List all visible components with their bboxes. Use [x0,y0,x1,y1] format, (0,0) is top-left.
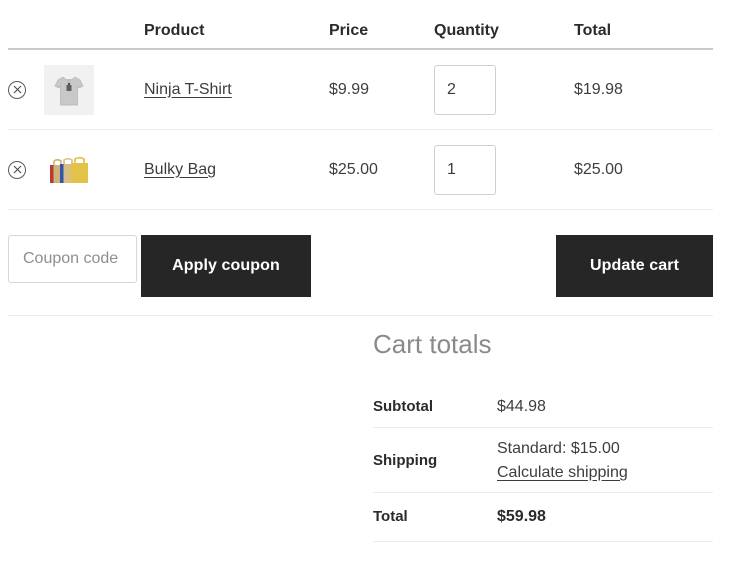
apply-coupon-button[interactable]: Apply coupon [141,235,311,297]
update-cart-button[interactable]: Update cart [556,235,713,297]
cart-actions-row: Coupon code Apply coupon Update cart [8,217,713,316]
table-row: Ninja T-Shirt $9.99 2 $19.98 [8,50,713,130]
calculate-shipping-link[interactable]: Calculate shipping [497,461,628,485]
subtotal-row: Subtotal $44.98 [373,386,713,428]
cart-totals-title: Cart totals [373,329,492,359]
product-thumbnail-cell [44,145,144,195]
coupon-code-input[interactable]: Coupon code [8,235,137,283]
quantity-input[interactable]: 1 [434,144,496,195]
product-thumbnail-cell [44,64,144,115]
product-line-total: $25.00 [574,160,623,178]
order-total-value: $59.98 [497,492,713,542]
product-link[interactable]: Bulky Bag [144,161,216,178]
cart-table-header-row: Product Price Quantity Total [8,0,713,50]
product-link[interactable]: Ninja T-Shirt [144,81,232,98]
tshirt-thumbnail[interactable] [44,64,94,115]
order-total-row: Total $59.98 [373,492,713,542]
cart-table: Product Price Quantity Total Ninja T-Shi… [8,0,713,210]
cart-totals-panel: Cart totals Subtotal $44.98 Shipping Sta… [373,330,713,542]
quantity-cell: 2 [434,64,574,115]
product-price: $9.99 [329,80,370,98]
circle-x-icon[interactable] [8,160,26,179]
header-remove [8,39,44,48]
quantity-cell: 1 [434,144,574,195]
circle-x-icon[interactable] [8,80,26,99]
cart-totals-table: Subtotal $44.98 Shipping Standard: $15.0… [373,386,713,542]
header-price: Price [329,22,369,39]
header-product: Product [144,22,205,39]
shipping-label: Shipping [373,427,497,493]
quantity-input[interactable]: 2 [434,64,496,115]
product-price: $25.00 [329,160,378,178]
header-thumbnail [44,39,144,48]
table-row: Bulky Bag $25.00 1 $25.00 [8,130,713,210]
header-quantity: Quantity [434,22,499,39]
header-total: Total [574,22,612,39]
shopping-bags-thumbnail[interactable] [44,145,94,195]
calculate-shipping-wrapper: Calculate shipping [497,461,713,485]
shipping-row: Shipping Standard: $15.00 Calculate ship… [373,427,713,493]
remove-item-cell [8,80,44,99]
subtotal-value: $44.98 [497,386,713,428]
order-total-label: Total [373,492,497,542]
subtotal-label: Subtotal [373,386,497,428]
shipping-value-cell: Standard: $15.00 Calculate shipping [497,427,713,493]
product-name-cell: Ninja T-Shirt [144,81,329,99]
product-line-total: $19.98 [574,80,623,98]
shipping-method: Standard: $15.00 [497,439,620,457]
remove-item-cell [8,160,44,179]
product-name-cell: Bulky Bag [144,161,329,179]
